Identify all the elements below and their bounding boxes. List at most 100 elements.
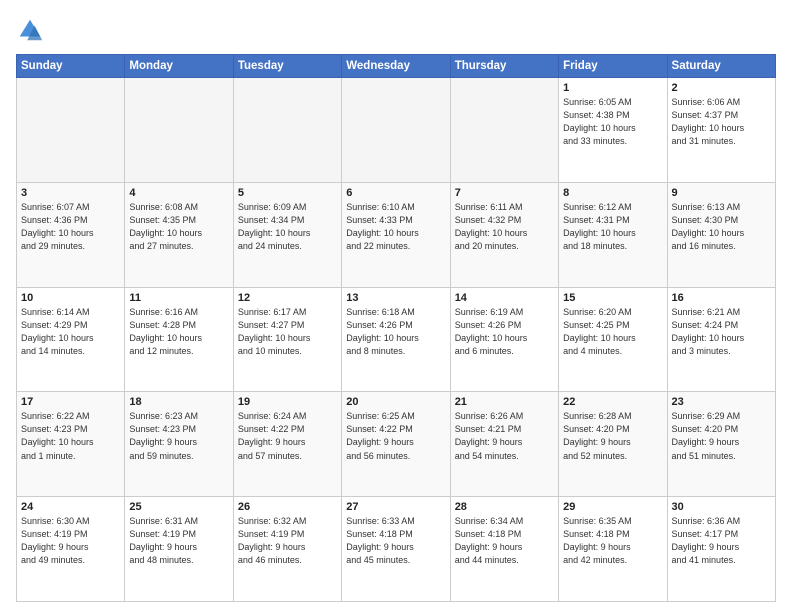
day-info: Sunrise: 6:35 AM Sunset: 4:18 PM Dayligh… xyxy=(563,515,662,567)
calendar-cell xyxy=(450,78,558,183)
calendar-cell: 24 Sunrise: 6:30 AM Sunset: 4:19 PM Dayli… xyxy=(17,497,125,602)
weekday-header: Saturday xyxy=(667,55,775,78)
day-info: Sunrise: 6:26 AM Sunset: 4:21 PM Dayligh… xyxy=(455,410,554,462)
day-info: Sunrise: 6:32 AM Sunset: 4:19 PM Dayligh… xyxy=(238,515,337,567)
day-info: Sunrise: 6:30 AM Sunset: 4:19 PM Dayligh… xyxy=(21,515,120,567)
day-number: 2 xyxy=(672,82,771,94)
day-info: Sunrise: 6:07 AM Sunset: 4:36 PM Dayligh… xyxy=(21,201,120,253)
calendar-cell: 11Sunrise: 6:16 AM Sunset: 4:28 PM Dayli… xyxy=(125,287,233,392)
weekday-header: Monday xyxy=(125,55,233,78)
day-info: Sunrise: 6:31 AM Sunset: 4:19 PM Dayligh… xyxy=(129,515,228,567)
calendar-cell: 13 Sunrise: 6:18 AM Sunset: 4:26 PM Dayli… xyxy=(342,287,450,392)
calendar-table: SundayMondayTuesdayWednesdayThursdayFrid… xyxy=(16,54,776,602)
day-info: Sunrise: 6:25 AM Sunset: 4:22 PM Dayligh… xyxy=(346,410,445,462)
day-info: Sunrise: 6:11 AM Sunset: 4:32 PM Dayligh… xyxy=(455,201,554,253)
day-info: Sunrise: 6:34 AM Sunset: 4:18 PM Dayligh… xyxy=(455,515,554,567)
calendar-cell: 27 Sunrise: 6:33 AM Sunset: 4:18 PM Dayli… xyxy=(342,497,450,602)
calendar-cell: 22 Sunrise: 6:28 AM Sunset: 4:20 PM Dayli… xyxy=(559,392,667,497)
calendar-cell: 25 Sunrise: 6:31 AM Sunset: 4:19 PM Dayli… xyxy=(125,497,233,602)
weekday-header: Tuesday xyxy=(233,55,341,78)
calendar-cell: 3 Sunrise: 6:07 AM Sunset: 4:36 PM Daylig… xyxy=(17,182,125,287)
calendar-cell: 21 Sunrise: 6:26 AM Sunset: 4:21 PM Dayli… xyxy=(450,392,558,497)
calendar-cell: 28 Sunrise: 6:34 AM Sunset: 4:18 PM Dayli… xyxy=(450,497,558,602)
calendar-cell: 9Sunrise: 6:13 AM Sunset: 4:30 PM Daylig… xyxy=(667,182,775,287)
day-number: 20 xyxy=(346,396,445,408)
day-info: Sunrise: 6:09 AM Sunset: 4:34 PM Dayligh… xyxy=(238,201,337,253)
calendar-cell: 29 Sunrise: 6:35 AM Sunset: 4:18 PM Dayli… xyxy=(559,497,667,602)
day-number: 24 xyxy=(21,501,120,513)
day-number: 25 xyxy=(129,501,228,513)
day-info: Sunrise: 6:08 AM Sunset: 4:35 PM Dayligh… xyxy=(129,201,228,253)
day-info: Sunrise: 6:21 AM Sunset: 4:24 PM Dayligh… xyxy=(672,306,771,358)
day-info: Sunrise: 6:05 AM Sunset: 4:38 PM Dayligh… xyxy=(563,96,662,148)
day-info: Sunrise: 6:22 AM Sunset: 4:23 PM Dayligh… xyxy=(21,410,120,462)
day-number: 26 xyxy=(238,501,337,513)
logo xyxy=(16,16,48,44)
day-number: 18 xyxy=(129,396,228,408)
day-info: Sunrise: 6:19 AM Sunset: 4:26 PM Dayligh… xyxy=(455,306,554,358)
calendar-cell: 7 Sunrise: 6:11 AM Sunset: 4:32 PM Daylig… xyxy=(450,182,558,287)
day-number: 1 xyxy=(563,82,662,94)
calendar-cell: 19 Sunrise: 6:24 AM Sunset: 4:22 PM Dayli… xyxy=(233,392,341,497)
day-number: 17 xyxy=(21,396,120,408)
day-number: 11 xyxy=(129,292,228,304)
calendar-cell: 2 Sunrise: 6:06 AM Sunset: 4:37 PM Daylig… xyxy=(667,78,775,183)
day-number: 3 xyxy=(21,187,120,199)
day-info: Sunrise: 6:29 AM Sunset: 4:20 PM Dayligh… xyxy=(672,410,771,462)
day-number: 30 xyxy=(672,501,771,513)
calendar-cell xyxy=(233,78,341,183)
calendar-cell: 1 Sunrise: 6:05 AM Sunset: 4:38 PM Daylig… xyxy=(559,78,667,183)
day-number: 15 xyxy=(563,292,662,304)
calendar-cell: 12 Sunrise: 6:17 AM Sunset: 4:27 PM Dayli… xyxy=(233,287,341,392)
day-number: 5 xyxy=(238,187,337,199)
day-info: Sunrise: 6:23 AM Sunset: 4:23 PM Dayligh… xyxy=(129,410,228,462)
day-number: 7 xyxy=(455,187,554,199)
day-number: 29 xyxy=(563,501,662,513)
day-number: 12 xyxy=(238,292,337,304)
calendar-cell: 14Sunrise: 6:19 AM Sunset: 4:26 PM Dayli… xyxy=(450,287,558,392)
day-number: 16 xyxy=(672,292,771,304)
day-info: Sunrise: 6:17 AM Sunset: 4:27 PM Dayligh… xyxy=(238,306,337,358)
calendar-cell: 10 Sunrise: 6:14 AM Sunset: 4:29 PM Dayli… xyxy=(17,287,125,392)
day-number: 10 xyxy=(21,292,120,304)
weekday-header: Friday xyxy=(559,55,667,78)
day-info: Sunrise: 6:33 AM Sunset: 4:18 PM Dayligh… xyxy=(346,515,445,567)
day-number: 23 xyxy=(672,396,771,408)
calendar-cell xyxy=(17,78,125,183)
calendar-cell xyxy=(342,78,450,183)
day-number: 13 xyxy=(346,292,445,304)
day-info: Sunrise: 6:10 AM Sunset: 4:33 PM Dayligh… xyxy=(346,201,445,253)
day-info: Sunrise: 6:18 AM Sunset: 4:26 PM Dayligh… xyxy=(346,306,445,358)
day-info: Sunrise: 6:24 AM Sunset: 4:22 PM Dayligh… xyxy=(238,410,337,462)
day-number: 6 xyxy=(346,187,445,199)
weekday-header: Sunday xyxy=(17,55,125,78)
calendar-cell: 6 Sunrise: 6:10 AM Sunset: 4:33 PM Daylig… xyxy=(342,182,450,287)
day-info: Sunrise: 6:20 AM Sunset: 4:25 PM Dayligh… xyxy=(563,306,662,358)
day-number: 27 xyxy=(346,501,445,513)
day-info: Sunrise: 6:14 AM Sunset: 4:29 PM Dayligh… xyxy=(21,306,120,358)
day-number: 4 xyxy=(129,187,228,199)
weekday-header: Wednesday xyxy=(342,55,450,78)
calendar-cell: 30 Sunrise: 6:36 AM Sunset: 4:17 PM Dayli… xyxy=(667,497,775,602)
calendar-cell: 16 Sunrise: 6:21 AM Sunset: 4:24 PM Dayli… xyxy=(667,287,775,392)
day-info: Sunrise: 6:36 AM Sunset: 4:17 PM Dayligh… xyxy=(672,515,771,567)
calendar-cell: 5 Sunrise: 6:09 AM Sunset: 4:34 PM Daylig… xyxy=(233,182,341,287)
header xyxy=(16,16,776,44)
calendar-cell: 8 Sunrise: 6:12 AM Sunset: 4:31 PM Daylig… xyxy=(559,182,667,287)
calendar-cell: 23 Sunrise: 6:29 AM Sunset: 4:20 PM Dayli… xyxy=(667,392,775,497)
day-info: Sunrise: 6:12 AM Sunset: 4:31 PM Dayligh… xyxy=(563,201,662,253)
day-info: Sunrise: 6:28 AM Sunset: 4:20 PM Dayligh… xyxy=(563,410,662,462)
day-number: 19 xyxy=(238,396,337,408)
day-number: 28 xyxy=(455,501,554,513)
page: SundayMondayTuesdayWednesdayThursdayFrid… xyxy=(0,0,792,612)
weekday-header: Thursday xyxy=(450,55,558,78)
calendar-cell: 15 Sunrise: 6:20 AM Sunset: 4:25 PM Dayli… xyxy=(559,287,667,392)
calendar-cell: 20 Sunrise: 6:25 AM Sunset: 4:22 PM Dayli… xyxy=(342,392,450,497)
day-info: Sunrise: 6:13 AM Sunset: 4:30 PM Dayligh… xyxy=(672,201,771,253)
calendar-cell: 18 Sunrise: 6:23 AM Sunset: 4:23 PM Dayli… xyxy=(125,392,233,497)
day-number: 21 xyxy=(455,396,554,408)
day-info: Sunrise: 6:06 AM Sunset: 4:37 PM Dayligh… xyxy=(672,96,771,148)
logo-icon xyxy=(16,16,44,44)
day-number: 22 xyxy=(563,396,662,408)
day-number: 8 xyxy=(563,187,662,199)
